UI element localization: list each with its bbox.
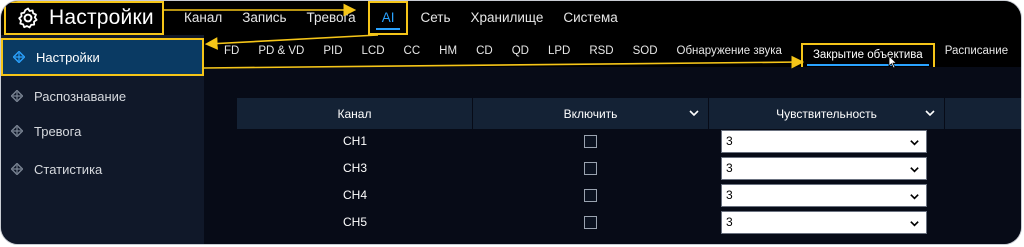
- channel-cell: CH3: [342, 161, 367, 175]
- chevron-down-icon: [910, 140, 919, 146]
- chevron-down-icon[interactable]: [688, 107, 700, 119]
- tab-schedule[interactable]: Расписание: [945, 45, 1008, 57]
- sidebar-item-label: Тревога: [34, 123, 82, 139]
- top-nav: Канал Запись Тревога AI Сеть Хранилище С…: [174, 1, 628, 35]
- topnav-item-channel[interactable]: Канал: [174, 1, 232, 35]
- enable-checkbox[interactable]: [584, 162, 597, 175]
- sensitivity-select[interactable]: 3: [721, 157, 927, 180]
- tab-cc[interactable]: CC: [404, 45, 421, 57]
- sidebar-item-label: Настройки: [36, 49, 100, 65]
- sidebar: Настройки Распознавание Тревога Статисти…: [1, 35, 204, 244]
- chevron-down-icon: [910, 221, 919, 227]
- mouse-cursor-icon: [888, 55, 898, 69]
- sidebar-item-label: Статистика: [34, 161, 103, 177]
- tab-qd[interactable]: QD: [512, 45, 529, 57]
- enable-checkbox[interactable]: [584, 216, 597, 229]
- channel-cell: CH4: [342, 188, 367, 202]
- sensitivity-select[interactable]: 3: [721, 130, 927, 153]
- chevron-down-icon: [910, 194, 919, 200]
- tab-rsd[interactable]: RSD: [589, 45, 613, 57]
- page-title: Настройки: [49, 6, 154, 29]
- table-header: Канал Включить Чувствительность: [237, 98, 1021, 129]
- sidebar-item-settings[interactable]: Настройки: [1, 38, 204, 76]
- sensitivity-select[interactable]: 3: [721, 184, 927, 207]
- topnav-item-network[interactable]: Сеть: [410, 1, 460, 35]
- diamond-bullet-icon: [13, 51, 25, 63]
- sidebar-item-alarm[interactable]: Тревога: [1, 112, 204, 150]
- top-bar: Настройки Канал Запись Тревога AI Сеть Х…: [1, 1, 1021, 35]
- sidebar-item-label: Распознавание: [34, 88, 127, 104]
- sensitivity-select[interactable]: 3: [721, 211, 927, 234]
- channel-cell: CH5: [342, 215, 367, 229]
- column-header-channel: Канал: [237, 98, 473, 129]
- diamond-bullet-icon: [11, 163, 23, 175]
- table-row: CH1 3: [237, 128, 1021, 155]
- content-area: Канал Включить Чувствительность CH1 3 CH…: [204, 67, 1021, 244]
- table-row: CH5 3: [237, 209, 1021, 236]
- topnav-item-record[interactable]: Запись: [232, 1, 296, 35]
- topnav-item-storage[interactable]: Хранилище: [460, 1, 553, 35]
- settings-brand[interactable]: Настройки: [4, 1, 164, 35]
- topnav-item-alarm[interactable]: Тревога: [297, 1, 366, 35]
- tab-lcd[interactable]: LCD: [362, 45, 385, 57]
- tab-hm[interactable]: HM: [439, 45, 457, 57]
- column-header-spacer: [945, 98, 1021, 129]
- topnav-item-system[interactable]: Система: [553, 1, 627, 35]
- tab-sound-detection[interactable]: Обнаружение звука: [677, 45, 782, 57]
- gear-icon: [18, 7, 38, 29]
- table-row: CH4 3: [237, 182, 1021, 209]
- tab-sod[interactable]: SOD: [633, 45, 658, 57]
- tab-pid[interactable]: PID: [323, 45, 342, 57]
- sidebar-item-recognition[interactable]: Распознавание: [1, 77, 204, 115]
- column-header-enable[interactable]: Включить: [473, 98, 709, 129]
- channel-cell: CH1: [342, 134, 367, 148]
- tab-fd[interactable]: FD: [224, 45, 239, 57]
- column-header-sensitivity[interactable]: Чувствительность: [709, 98, 945, 129]
- tab-pd-vd[interactable]: PD & VD: [258, 45, 304, 57]
- enable-checkbox[interactable]: [584, 189, 597, 202]
- diamond-bullet-icon: [11, 125, 23, 137]
- table-row: CH3 3: [237, 155, 1021, 182]
- enable-checkbox[interactable]: [584, 135, 597, 148]
- chevron-down-icon: [910, 167, 919, 173]
- chevron-down-icon[interactable]: [924, 107, 936, 119]
- ai-subtabs: FD PD & VD PID LCD CC HM CD QD LPD RSD S…: [204, 35, 1021, 71]
- topnav-item-ai[interactable]: AI: [367, 1, 409, 35]
- diamond-bullet-icon: [11, 90, 23, 102]
- sidebar-item-statistics[interactable]: Статистика: [1, 150, 204, 188]
- app-window: Настройки Канал Запись Тревога AI Сеть Х…: [0, 0, 1022, 245]
- tab-cd[interactable]: CD: [476, 45, 493, 57]
- tab-lpd[interactable]: LPD: [548, 45, 570, 57]
